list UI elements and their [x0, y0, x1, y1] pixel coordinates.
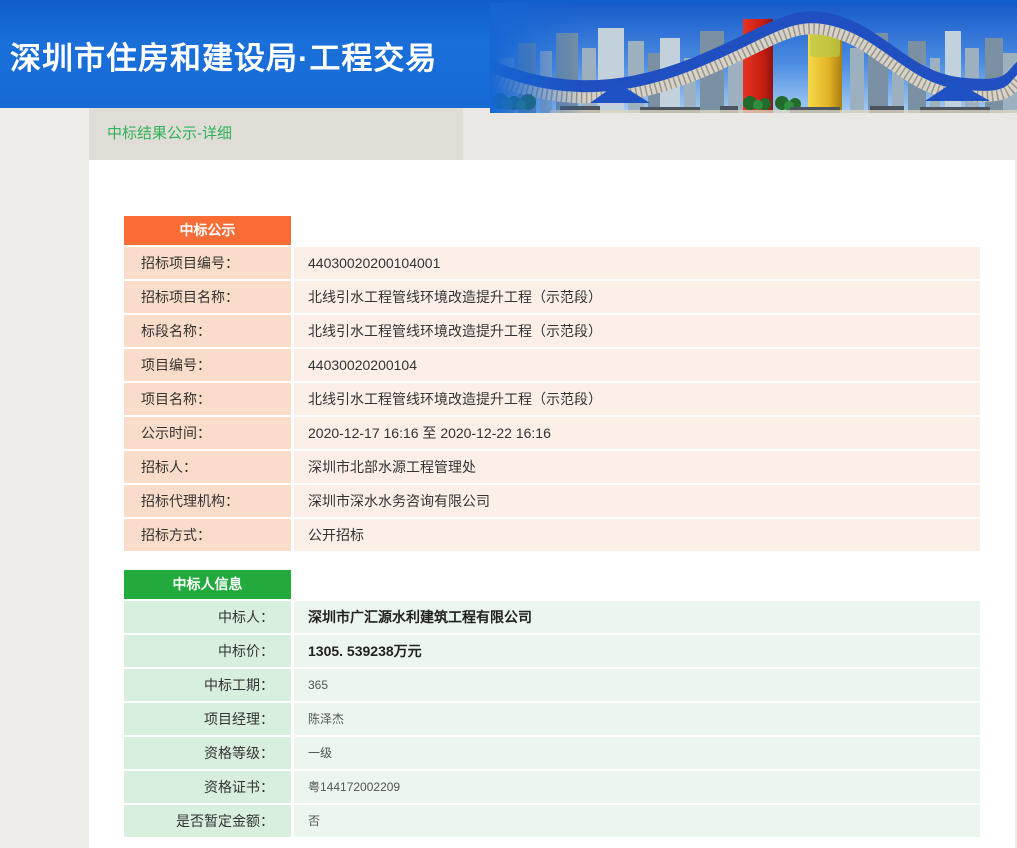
row-value: 深圳市北部水源工程管理处 [294, 451, 980, 483]
section-title-winner-info: 中标人信息 [124, 570, 291, 599]
table-row: 招标项目名称： 北线引水工程管线环境改造提升工程（示范段） [124, 281, 980, 313]
row-label: 项目编号： [124, 349, 291, 381]
table-row: 项目编号： 44030020200104 [124, 349, 980, 381]
left-gutter [0, 108, 89, 160]
row-value: 公开招标 [294, 519, 980, 551]
table-row: 招标代理机构： 深圳市深水水务咨询有限公司 [124, 485, 980, 517]
row-label: 招标项目编号： [124, 247, 291, 279]
table-row: 标段名称： 北线引水工程管线环境改造提升工程（示范段） [124, 315, 980, 347]
row-value: 粤144172002209 [294, 771, 980, 803]
breadcrumb-tab[interactable]: 中标结果公示-详细 [89, 108, 463, 160]
row-value: 北线引水工程管线环境改造提升工程（示范段） [294, 315, 980, 347]
table-row: 公示时间： 2020-12-17 16:16 至 2020-12-22 16:1… [124, 417, 980, 449]
breadcrumb-label: 中标结果公示-详细 [107, 125, 232, 142]
table-row: 中标价： 1305. 539238万元 [124, 635, 980, 667]
winner-info-table: 中标人： 深圳市广汇源水利建筑工程有限公司 中标价： 1305. 539238万… [124, 601, 980, 837]
table-row: 资格证书： 粤144172002209 [124, 771, 980, 803]
row-label: 中标工期： [124, 669, 291, 701]
row-value: 北线引水工程管线环境改造提升工程（示范段） [294, 383, 980, 415]
section-title-bid-announcement: 中标公示 [124, 216, 291, 245]
content-panel: 中标公示 招标项目编号： 44030020200104001 招标项目名称： 北… [89, 160, 1015, 848]
table-row: 项目经理： 陈泽杰 [124, 703, 980, 735]
table-row: 是否暂定金额： 否 [124, 805, 980, 837]
section-winner-info: 中标人信息 中标人： 深圳市广汇源水利建筑工程有限公司 中标价： 1305. 5… [124, 570, 980, 837]
row-value: 44030020200104 [294, 349, 980, 381]
row-label: 标段名称： [124, 315, 291, 347]
row-value: 陈泽杰 [294, 703, 980, 735]
site-header: 深圳市住房和建设局·工程交易 [0, 0, 1017, 108]
row-value: 365 [294, 669, 980, 701]
row-label: 资格等级： [124, 737, 291, 769]
table-row: 招标人： 深圳市北部水源工程管理处 [124, 451, 980, 483]
header-cityscape-image [490, 3, 1017, 113]
row-label: 是否暂定金额： [124, 805, 291, 837]
row-label: 中标价： [124, 635, 291, 667]
bid-announcement-table: 招标项目编号： 44030020200104001 招标项目名称： 北线引水工程… [124, 247, 980, 551]
table-row: 项目名称： 北线引水工程管线环境改造提升工程（示范段） [124, 383, 980, 415]
table-row: 资格等级： 一级 [124, 737, 980, 769]
row-value: 否 [294, 805, 980, 837]
row-value: 2020-12-17 16:16 至 2020-12-22 16:16 [294, 417, 980, 449]
row-label: 公示时间： [124, 417, 291, 449]
row-value: 深圳市广汇源水利建筑工程有限公司 [294, 601, 980, 633]
table-row: 中标工期： 365 [124, 669, 980, 701]
table-row: 中标人： 深圳市广汇源水利建筑工程有限公司 [124, 601, 980, 633]
row-value: 深圳市深水水务咨询有限公司 [294, 485, 980, 517]
section-bid-announcement: 中标公示 招标项目编号： 44030020200104001 招标项目名称： 北… [124, 216, 980, 551]
table-row: 招标方式： 公开招标 [124, 519, 980, 551]
row-label: 招标方式： [124, 519, 291, 551]
tab-strip: 中标结果公示-详细 [0, 108, 1017, 160]
row-label: 招标代理机构： [124, 485, 291, 517]
row-value: 44030020200104001 [294, 247, 980, 279]
row-label: 中标人： [124, 601, 291, 633]
row-value: 北线引水工程管线环境改造提升工程（示范段） [294, 281, 980, 313]
row-value: 1305. 539238万元 [294, 635, 980, 667]
page-title: 深圳市住房和建设局·工程交易 [10, 33, 437, 78]
row-label: 项目名称： [124, 383, 291, 415]
row-label: 招标人： [124, 451, 291, 483]
row-label: 资格证书： [124, 771, 291, 803]
row-value: 一级 [294, 737, 980, 769]
strip-filler [463, 108, 1017, 160]
table-row: 招标项目编号： 44030020200104001 [124, 247, 980, 279]
row-label: 项目经理： [124, 703, 291, 735]
row-label: 招标项目名称： [124, 281, 291, 313]
